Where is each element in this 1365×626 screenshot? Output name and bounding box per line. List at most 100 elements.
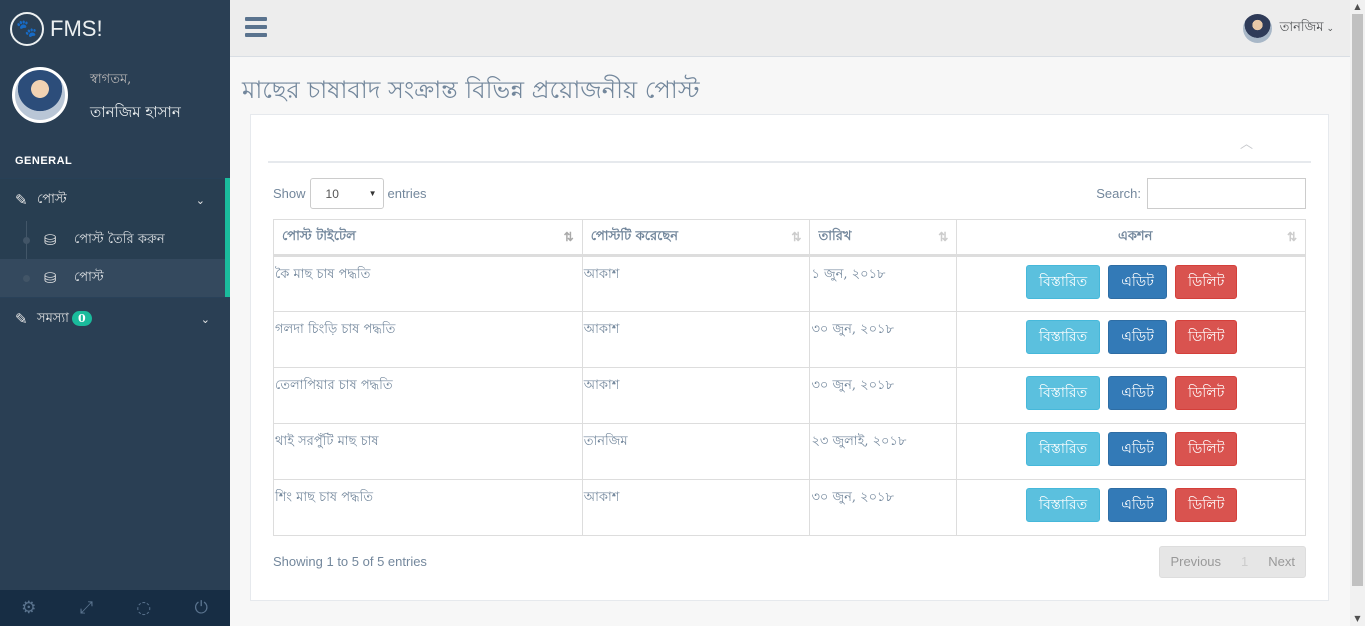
- details-button[interactable]: বিস্তারিত: [1025, 376, 1101, 410]
- chevron-down-icon: ⌄: [195, 193, 205, 207]
- power-icon[interactable]: ⏻: [173, 590, 231, 626]
- cell-actions: বিস্তারিত এডিট ডিলিট: [956, 479, 1306, 536]
- cell-author: আকাশ: [581, 479, 811, 536]
- entries-select[interactable]: 10 ▼: [309, 178, 384, 209]
- sort-icon: ⇅: [938, 230, 949, 244]
- sidebar-footer: ⚙ ⤢ ◌ ⏻: [0, 590, 230, 626]
- sidebar-item-label: সমস্যা: [37, 310, 69, 326]
- user-menu[interactable]: তানজিম ⌄: [1242, 14, 1334, 43]
- top-navbar: তানজিম ⌄: [230, 0, 1350, 57]
- caret-down-icon: ▼: [368, 189, 377, 198]
- page-title: মাছের চাষাবাদ সংক্রান্ত বিভিন্ন প্রয়োজন…: [242, 76, 700, 104]
- section-title: GENERAL: [15, 155, 73, 167]
- sidebar-item-posts[interactable]: ✎ পোস্ট ⌄: [0, 178, 225, 221]
- edit-button[interactable]: এডিট: [1108, 488, 1167, 522]
- table-row: গলদা চিংড়ি চাষ পদ্ধতি আকাশ ৩০ জুন, ২০১৮…: [273, 311, 1306, 368]
- column-header-author[interactable]: পোস্টটি করেছেন ⇅: [581, 219, 811, 257]
- database-icon: ⛁: [44, 269, 57, 287]
- scroll-down-icon[interactable]: ▼: [1350, 612, 1365, 626]
- previous-button[interactable]: Previous: [1160, 547, 1231, 577]
- sidebar-menu-posts: ✎ পোস্ট ⌄ ⛁ পোস্ট তৈরি করুন ⛁ পোস্ট: [0, 178, 230, 297]
- count-badge: 0: [71, 310, 92, 326]
- scrollbar[interactable]: ▲ ▼: [1350, 0, 1365, 626]
- column-header-date[interactable]: তারিখ ⇅: [809, 219, 958, 257]
- cell-title: তেলাপিয়ার চাষ পদ্ধতি: [273, 367, 583, 424]
- delete-button[interactable]: ডিলিট: [1174, 265, 1238, 299]
- cell-actions: বিস্তারিত এডিট ডিলিট: [956, 367, 1306, 424]
- delete-button[interactable]: ডিলিট: [1174, 432, 1238, 466]
- gear-icon[interactable]: ⚙: [0, 590, 58, 626]
- table-row: শিং মাছ চাষ পদ্ধতি আকাশ ৩০ জুন, ২০১৮ বিস…: [273, 479, 1306, 536]
- cell-actions: বিস্তারিত এডিট ডিলিট: [956, 255, 1306, 312]
- length-control: Show 10 ▼ entries: [273, 178, 427, 209]
- chevron-down-icon: ⌄: [1326, 23, 1334, 34]
- profile-name: তানজিম হাসান: [90, 103, 181, 121]
- edit-button[interactable]: এডিট: [1108, 265, 1167, 299]
- table-row: কৈ মাছ চাষ পদ্ধতি আকাশ ১ জুন, ২০১৮ বিস্ত…: [273, 255, 1306, 312]
- panel-toolbar: ︿: [268, 115, 1311, 163]
- edit-icon: ✎: [15, 191, 28, 209]
- cell-author: তানজিম: [581, 423, 811, 480]
- edit-button[interactable]: এডিট: [1108, 432, 1167, 466]
- column-header-title[interactable]: পোস্ট টাইটেল ⇅: [273, 219, 583, 257]
- fullscreen-icon[interactable]: ⤢: [58, 590, 116, 626]
- search-label: Search:: [1096, 186, 1141, 201]
- sort-asc-icon: ⇅: [563, 230, 574, 244]
- scrollbar-thumb[interactable]: [1352, 14, 1363, 586]
- user-name: তানজিম: [1279, 20, 1324, 35]
- cell-actions: বিস্তারিত এডিট ডিলিট: [956, 311, 1306, 368]
- cell-title: শিং মাছ চাষ পদ্ধতি: [273, 479, 583, 536]
- sidebar-item-post-list[interactable]: ⛁ পোস্ট: [0, 259, 225, 297]
- sidebar-item-problems[interactable]: ✎ সমস্যা 0 ⌄: [0, 297, 230, 340]
- chevron-up-icon[interactable]: ︿: [1240, 133, 1253, 152]
- delete-button[interactable]: ডিলিট: [1174, 320, 1238, 354]
- edit-button[interactable]: এডিট: [1108, 376, 1167, 410]
- scroll-up-icon[interactable]: ▲: [1350, 0, 1365, 14]
- cell-date: ৩০ জুন, ২০১৮: [809, 479, 958, 536]
- cell-title: কৈ মাছ চাষ পদ্ধতি: [273, 255, 583, 312]
- table-info: Showing 1 to 5 of 5 entries: [273, 554, 427, 569]
- table-row: থাই সরপুঁটি মাছ চাষ তানজিম ২৩ জুলাই, ২০১…: [273, 423, 1306, 480]
- table-header-row: পোস্ট টাইটেল ⇅ পোস্টটি করেছেন ⇅ তারিখ ⇅ একশ…: [273, 219, 1306, 257]
- search-input[interactable]: [1147, 178, 1306, 209]
- column-header-action[interactable]: একশন ⇅: [956, 219, 1306, 257]
- sort-icon: ⇅: [791, 230, 802, 244]
- sidebar-menu-problems: ✎ সমস্যা 0 ⌄: [0, 297, 230, 340]
- table-footer: Showing 1 to 5 of 5 entries Previous 1 N…: [273, 546, 1306, 578]
- details-button[interactable]: বিস্তারিত: [1025, 320, 1101, 354]
- cell-date: ২৩ জুলাই, ২০১৮: [809, 423, 958, 480]
- details-button[interactable]: বিস্তারিত: [1025, 488, 1101, 522]
- welcome-text: স্বাগতম,: [90, 72, 132, 87]
- database-icon: ⛁: [44, 231, 57, 249]
- bullet-dot: [23, 237, 30, 244]
- sort-icon: ⇅: [1286, 230, 1297, 244]
- profile: স্বাগতম, তানজিম হাসান: [0, 57, 230, 149]
- sidebar-item-create-post[interactable]: ⛁ পোস্ট তৈরি করুন: [0, 221, 225, 259]
- delete-button[interactable]: ডিলিট: [1174, 488, 1238, 522]
- edit-icon: ✎: [15, 310, 28, 328]
- delete-button[interactable]: ডিলিট: [1174, 376, 1238, 410]
- search-control: Search:: [1096, 178, 1306, 209]
- entries-select-value: 10: [325, 186, 339, 201]
- sidebar-item-label: পোস্ট তৈরি করুন: [74, 231, 165, 247]
- cell-date: ১ জুন, ২০১৮: [809, 255, 958, 312]
- details-button[interactable]: বিস্তারিত: [1025, 265, 1101, 299]
- eye-slash-icon[interactable]: ◌: [115, 590, 173, 626]
- chevron-down-icon: ⌄: [200, 312, 210, 326]
- page-button-current[interactable]: 1: [1231, 547, 1258, 577]
- details-button[interactable]: বিস্তারিত: [1025, 432, 1101, 466]
- cell-actions: বিস্তারিত এডিট ডিলিট: [956, 423, 1306, 480]
- cell-title: গলদা চিংড়ি চাষ পদ্ধতি: [273, 311, 583, 368]
- brand[interactable]: 🐾 FMS!: [0, 0, 230, 57]
- edit-button[interactable]: এডিট: [1108, 320, 1167, 354]
- pagination: Previous 1 Next: [1159, 546, 1306, 578]
- show-label: Show: [273, 186, 306, 201]
- posts-table: পোস্ট টাইটেল ⇅ পোস্টটি করেছেন ⇅ তারিখ ⇅ একশ…: [273, 219, 1306, 536]
- bullet-dot: [23, 275, 30, 282]
- next-button[interactable]: Next: [1258, 547, 1305, 577]
- cell-author: আকাশ: [581, 255, 811, 312]
- cell-date: ৩০ জুন, ২০১৮: [809, 311, 958, 368]
- menu-toggle-icon[interactable]: [245, 17, 267, 39]
- avatar: [12, 67, 68, 123]
- sidebar: 🐾 FMS! স্বাগতম, তানজিম হাসান GENERAL ✎ প…: [0, 0, 230, 626]
